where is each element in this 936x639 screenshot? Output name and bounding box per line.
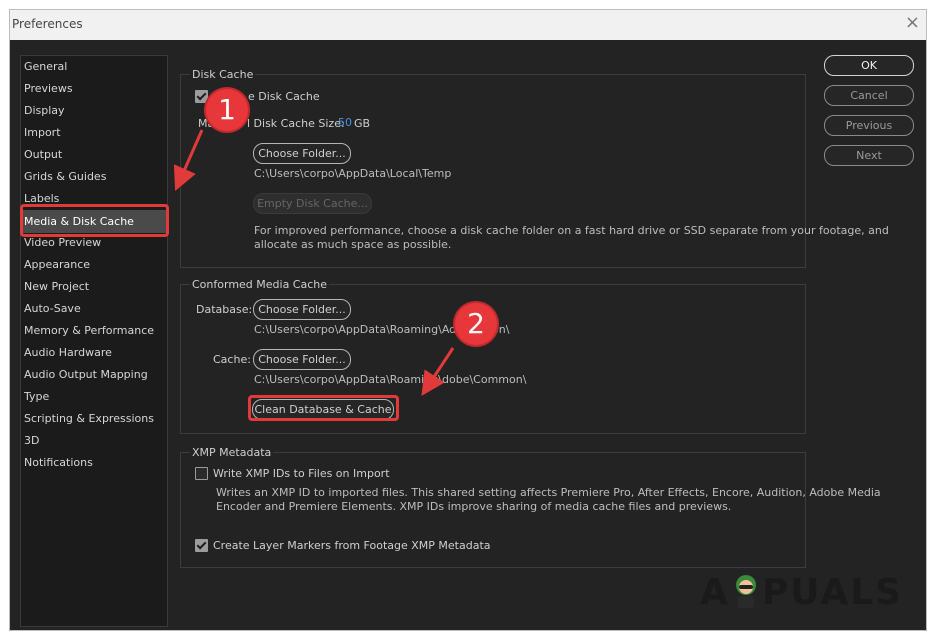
sidebar-item-previews[interactable]: Previews: [24, 82, 73, 96]
xmp-legend: XMP Metadata: [190, 446, 274, 459]
max-disk-cache-label: l Disk Cache Size:: [247, 117, 345, 130]
mascot-icon: [735, 575, 756, 608]
sidebar-item-display[interactable]: Display: [24, 104, 65, 118]
sidebar-item-appearance[interactable]: Appearance: [24, 258, 90, 272]
window-title: Preferences: [12, 17, 83, 31]
layer-markers-checkbox[interactable]: [195, 539, 208, 552]
disk-cache-legend: Disk Cache: [190, 68, 256, 81]
disk-cache-hint-line1: For improved performance, choose a disk …: [254, 224, 889, 237]
sidebar-item-auto-save[interactable]: Auto-Save: [24, 302, 81, 316]
disk-cache-choose-folder-button[interactable]: Choose Folder...: [253, 143, 351, 164]
layer-markers-label: Create Layer Markers from Footage XMP Me…: [213, 539, 491, 552]
enable-disk-cache-checkbox[interactable]: [195, 90, 208, 103]
sidebar-item-general[interactable]: General: [24, 60, 67, 74]
cache-label: Cache:: [213, 353, 251, 366]
sidebar-item-grids-guides[interactable]: Grids & Guides: [24, 170, 106, 184]
database-choose-folder-button[interactable]: Choose Folder...: [253, 299, 351, 320]
watermark-right: PUALS: [761, 572, 904, 613]
step-2-badge: 2: [455, 303, 497, 345]
sidebar-item-type[interactable]: Type: [24, 390, 49, 404]
cache-choose-folder-button[interactable]: Choose Folder...: [253, 349, 351, 370]
sidebar-item-audio-hardware[interactable]: Audio Hardware: [24, 346, 112, 360]
disk-cache-hint-line2: allocate as much space as possible.: [254, 238, 452, 251]
step-1-badge: 1: [206, 89, 248, 131]
max-disk-cache-value[interactable]: 50: [338, 116, 352, 129]
write-xmp-checkbox[interactable]: [195, 467, 208, 480]
sidebar-item-scripting-expressions[interactable]: Scripting & Expressions: [24, 412, 154, 426]
media-cache-legend: Conformed Media Cache: [190, 278, 330, 291]
write-xmp-label: Write XMP IDs to Files on Import: [213, 467, 390, 480]
xmp-desc-line2: Encoder and Premiere Elements. XMP IDs i…: [216, 500, 732, 513]
sidebar-item-memory-performance[interactable]: Memory & Performance: [24, 324, 154, 338]
next-button[interactable]: Next: [824, 145, 914, 166]
previous-button[interactable]: Previous: [824, 115, 914, 136]
highlight-media-disk-cache: [20, 204, 169, 237]
cancel-button[interactable]: Cancel: [824, 85, 914, 106]
cache-path-end: dobe\Common\: [442, 373, 527, 386]
max-disk-cache-unit: GB: [354, 117, 371, 130]
sidebar-item-new-project[interactable]: New Project: [24, 280, 89, 294]
disk-cache-path: C:\Users\corpo\AppData\Local\Temp: [254, 167, 452, 180]
close-icon[interactable]: ×: [905, 13, 920, 33]
sidebar-item-output[interactable]: Output: [24, 148, 62, 162]
title-bar: Preferences ×: [10, 10, 926, 40]
sidebar-item-import[interactable]: Import: [24, 126, 61, 140]
enable-disk-cache-label: e Disk Cache: [248, 90, 320, 103]
sidebar-item-audio-output-mapping[interactable]: Audio Output Mapping: [24, 368, 148, 382]
watermark-left: A: [700, 572, 730, 613]
empty-disk-cache-button[interactable]: Empty Disk Cache...: [253, 193, 372, 214]
ok-button[interactable]: OK: [824, 55, 914, 76]
database-label: Database:: [196, 303, 253, 316]
xmp-desc-line1: Writes an XMP ID to imported files. This…: [216, 486, 881, 499]
cache-path: C:\Users\corpo\AppData\Roaming\: [254, 373, 442, 386]
sidebar-item-3d[interactable]: 3D: [24, 434, 39, 448]
appuals-watermark: A PUALS: [700, 572, 903, 613]
sidebar-item-notifications[interactable]: Notifications: [24, 456, 93, 470]
sidebar-item-video-preview[interactable]: Video Preview: [24, 236, 101, 250]
sidebar: [20, 55, 168, 627]
database-path: C:\Users\corpo\AppData\Roaming\Adobe: [254, 323, 477, 336]
highlight-clean-button: [248, 395, 399, 421]
